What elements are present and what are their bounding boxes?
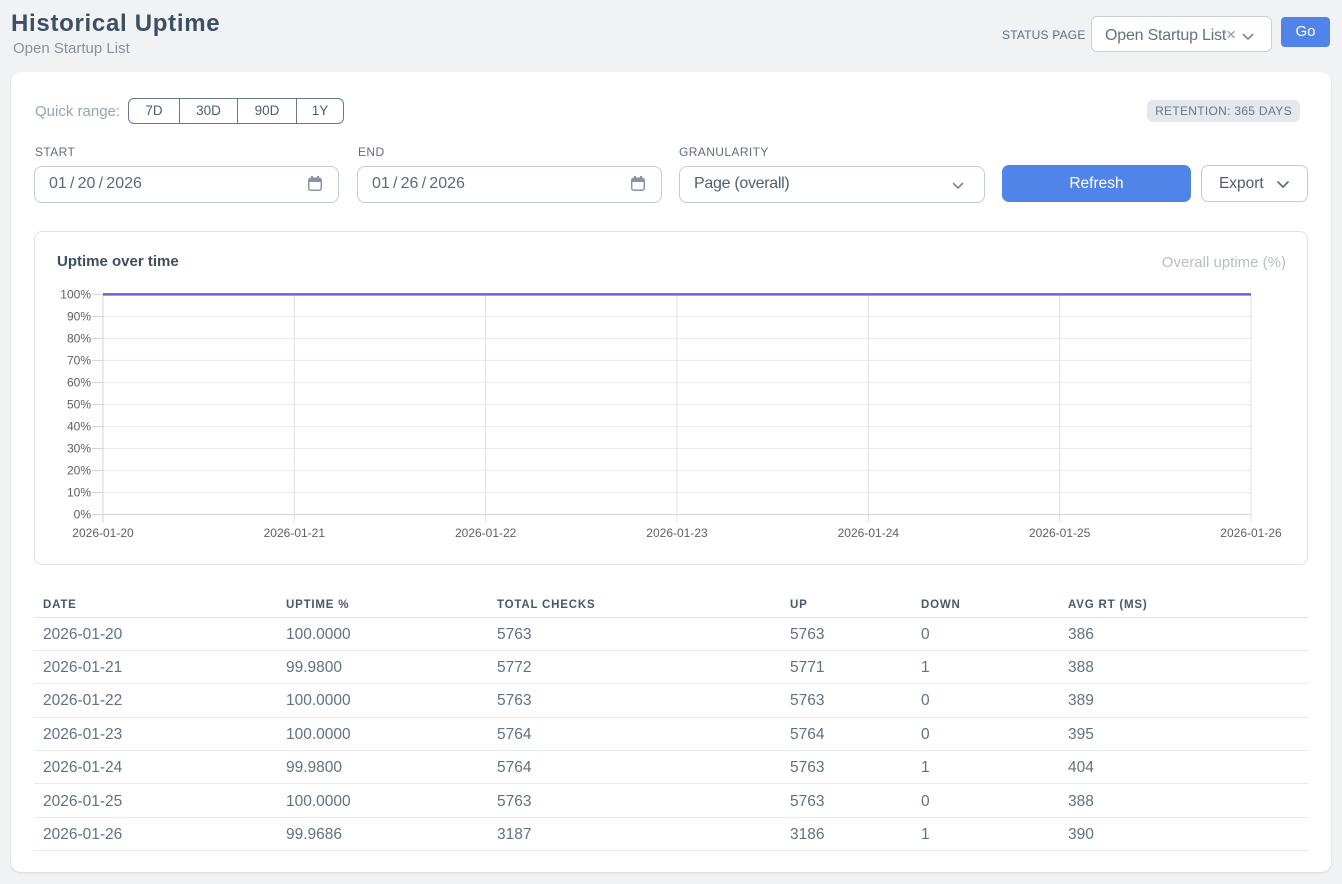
svg-text:0%: 0% [74,508,92,522]
svg-text:2026-01-20: 2026-01-20 [72,526,134,540]
svg-text:2026-01-22: 2026-01-22 [455,526,517,540]
svg-text:30%: 30% [67,441,91,455]
svg-text:90%: 90% [67,309,91,323]
svg-text:100%: 100% [60,287,91,301]
svg-text:2026-01-24: 2026-01-24 [838,526,900,540]
svg-text:10%: 10% [67,485,91,499]
svg-text:80%: 80% [67,331,91,345]
svg-text:50%: 50% [67,397,91,411]
svg-text:2026-01-23: 2026-01-23 [646,526,708,540]
svg-text:2026-01-25: 2026-01-25 [1029,526,1091,540]
svg-text:40%: 40% [67,419,91,433]
svg-text:70%: 70% [67,353,91,367]
svg-text:2026-01-26: 2026-01-26 [1220,526,1282,540]
svg-text:20%: 20% [67,463,91,477]
svg-text:2026-01-21: 2026-01-21 [264,526,326,540]
svg-text:60%: 60% [67,375,91,389]
